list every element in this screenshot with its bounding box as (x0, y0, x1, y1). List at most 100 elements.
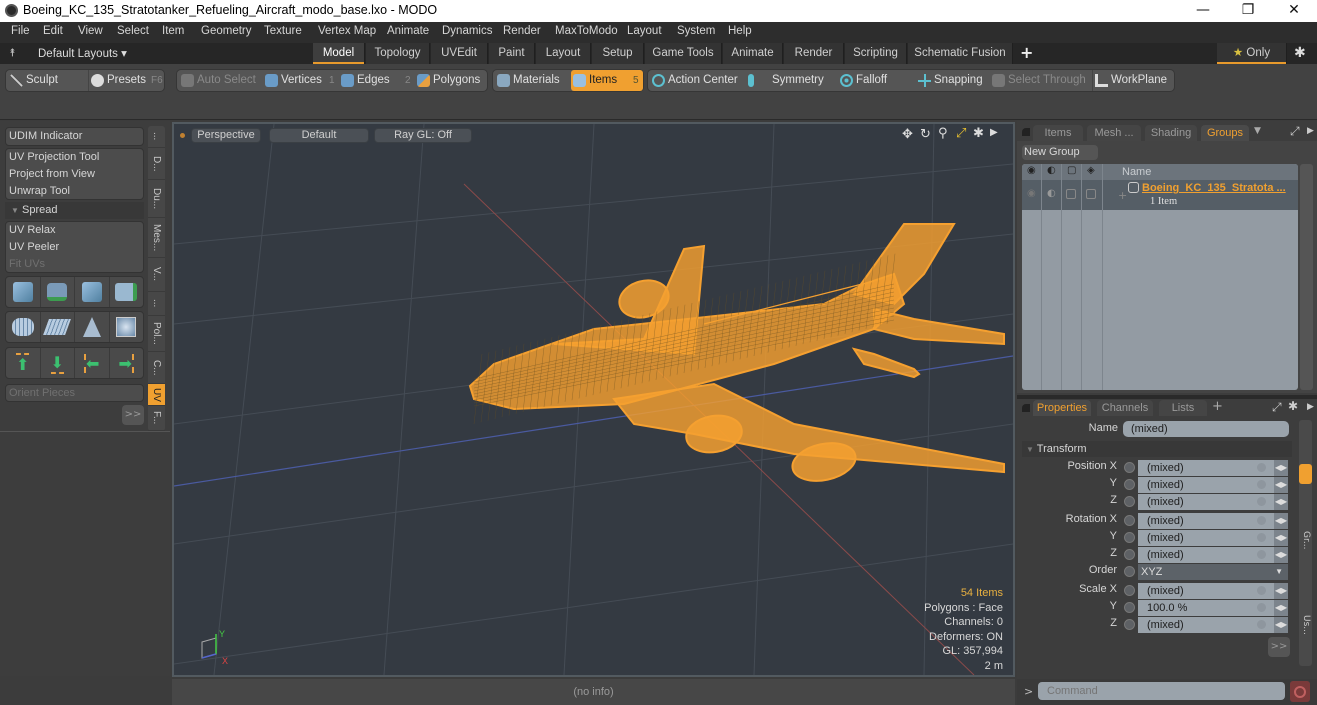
menu-edit[interactable]: Edit (43, 25, 63, 37)
project-from-view-button[interactable]: Project from View (6, 166, 143, 183)
tab-uvedit[interactable]: UVEdit (431, 43, 488, 64)
tab-topology[interactable]: Topology (366, 43, 430, 64)
reset-icon[interactable] (1257, 497, 1266, 506)
menu-dynamics[interactable]: Dynamics (442, 25, 492, 37)
more-tools-button[interactable]: >> (122, 405, 144, 425)
expand-panel-icon[interactable]: ⤢ (1272, 400, 1282, 415)
uv-move-tool[interactable] (6, 277, 41, 307)
menu-help[interactable]: Help (728, 25, 752, 37)
3d-viewport[interactable]: Y X Perspective Default Ray GL: Off ✥ ↻ … (172, 122, 1015, 677)
tab-setup[interactable]: Setup (592, 43, 644, 64)
menu-render[interactable]: Render (503, 25, 541, 37)
restore-button[interactable]: ❐ (1225, 0, 1271, 22)
tab-paint[interactable]: Paint (489, 43, 535, 64)
spherical-projection[interactable] (110, 312, 144, 342)
vertical-stabilizer[interactable] (852, 223, 956, 306)
polygons-button[interactable]: Polygons (415, 70, 487, 91)
keyframe-dot-icon[interactable] (1124, 602, 1135, 613)
tab-mesh[interactable]: Mesh ... (1087, 125, 1141, 141)
items-button[interactable]: Items 5 (571, 70, 643, 91)
uv-transform-tool[interactable] (110, 277, 144, 307)
reset-icon[interactable] (1257, 480, 1266, 489)
transform-section-header[interactable]: ▼ Transform (1022, 441, 1292, 457)
uv-rotate-tool[interactable] (41, 277, 75, 307)
keyframe-dot-icon[interactable] (1124, 619, 1135, 630)
uv-peeler-button[interactable]: UV Peeler (6, 239, 143, 256)
keyframe-dot-icon[interactable] (1124, 566, 1135, 577)
layout-arrow-icon[interactable]: ⯭ (9, 46, 16, 60)
orient-pieces-button[interactable]: Orient Pieces (6, 385, 143, 402)
tab-schematic-fusion[interactable]: Schematic Fusion (908, 43, 1013, 64)
presets-button[interactable]: Presets F6 (88, 70, 164, 91)
reset-icon[interactable] (1257, 533, 1266, 542)
align-bottom-button[interactable]: ⬇ (41, 348, 75, 378)
prop-value-field[interactable]: (mixed) ◀▶ (1138, 583, 1288, 599)
orbit-icon[interactable]: ↻ (920, 127, 931, 142)
menu-layout[interactable]: Layout (627, 25, 662, 37)
shading-mode-button[interactable]: Default (269, 128, 369, 143)
uv-relax-button[interactable]: UV Relax (6, 222, 143, 239)
row-lock-checkbox[interactable] (1066, 189, 1076, 199)
menu-system[interactable]: System (677, 25, 715, 37)
tab-animate[interactable]: Animate (723, 43, 783, 64)
vtab-mes[interactable]: Mes... (148, 218, 165, 258)
command-input[interactable] (1038, 682, 1285, 700)
falloff-button[interactable]: Falloff (838, 70, 912, 91)
horizontal-stabilizer[interactable] (873, 307, 1005, 346)
tab-scripting[interactable]: Scripting (845, 43, 907, 64)
align-right-button[interactable]: ➡ (110, 348, 144, 378)
select-icon[interactable]: ◈ (1087, 165, 1095, 176)
tab-shading[interactable]: Shading (1145, 125, 1197, 141)
cylindrical-projection[interactable] (6, 312, 41, 342)
drag-arrows-icon[interactable]: ◀▶ (1274, 583, 1288, 599)
drag-arrows-icon[interactable]: ◀▶ (1274, 494, 1288, 510)
group-row[interactable]: ◉ ◐ + Boeing_KC_135_Stratota ... 1 Item (1022, 180, 1298, 210)
drag-arrows-icon[interactable]: ◀▶ (1274, 530, 1288, 546)
row-eye-icon[interactable]: ◉ (1027, 188, 1036, 199)
zoom-icon[interactable]: ⚲ (938, 126, 948, 141)
tab-items[interactable]: Items (1033, 125, 1083, 141)
pan-icon[interactable]: ✥ (902, 127, 913, 142)
tab-game-tools[interactable]: Game Tools (645, 43, 722, 64)
menu-geometry[interactable]: Geometry (201, 25, 252, 37)
fit-uvs-button[interactable]: Fit UVs (6, 256, 143, 273)
prop-value-field[interactable]: (mixed) ◀▶ (1138, 547, 1288, 563)
uv-scale-tool[interactable] (75, 277, 110, 307)
gear-icon[interactable]: ✱ (1294, 45, 1306, 61)
new-group-button[interactable]: New Group (1022, 145, 1098, 160)
prop-value-field[interactable]: (mixed) ◀▶ (1138, 460, 1288, 476)
tab-dropdown-icon[interactable]: ▼ (1254, 126, 1261, 136)
keyframe-dot-icon[interactable] (1124, 496, 1135, 507)
menu-vertex-map[interactable]: Vertex Map (318, 25, 376, 37)
prop-value-field[interactable]: (mixed) ◀▶ (1138, 530, 1288, 546)
snapping-button[interactable]: Snapping (916, 70, 988, 91)
tab-lists[interactable]: Lists (1159, 400, 1207, 416)
reset-icon[interactable] (1257, 586, 1266, 595)
default-layouts-dropdown[interactable]: Default Layouts ▾ (38, 46, 127, 60)
expand-plus-icon[interactable]: + (1118, 189, 1127, 202)
drag-arrows-icon[interactable]: ◀▶ (1274, 513, 1288, 529)
perspective-projection[interactable] (75, 312, 110, 342)
vtab-f[interactable]: F... (148, 406, 165, 431)
vtab-d[interactable]: D... (148, 148, 165, 180)
keyframe-dot-icon[interactable] (1124, 585, 1135, 596)
refueling-boom[interactable] (851, 347, 921, 379)
visibility-eye-icon[interactable]: ◉ (1027, 165, 1036, 176)
vtab-pol[interactable]: Pol... (148, 316, 165, 352)
reset-icon[interactable] (1257, 550, 1266, 559)
symmetry-button[interactable]: Symmetry (744, 70, 834, 91)
panel-menu-arrow-icon[interactable]: ▶ (1307, 126, 1314, 136)
add-layout-button[interactable]: + (1020, 43, 1033, 62)
close-button[interactable]: ✕ (1271, 0, 1317, 22)
expand-panel-icon[interactable]: ⤢ (1290, 124, 1300, 139)
planar-projection[interactable] (41, 312, 75, 342)
panel-splitter[interactable] (1017, 395, 1317, 399)
drag-arrows-icon[interactable]: ◀▶ (1274, 477, 1288, 493)
menu-file[interactable]: File (11, 25, 30, 37)
minimize-button[interactable]: — (1180, 0, 1226, 22)
drag-arrows-icon[interactable]: ◀▶ (1274, 600, 1288, 616)
action-center-button[interactable]: Action Center (650, 70, 742, 91)
drag-arrows-icon[interactable]: ◀▶ (1274, 617, 1288, 633)
align-left-button[interactable]: ⬅ (75, 348, 110, 378)
keyframe-dot-icon[interactable] (1124, 515, 1135, 526)
